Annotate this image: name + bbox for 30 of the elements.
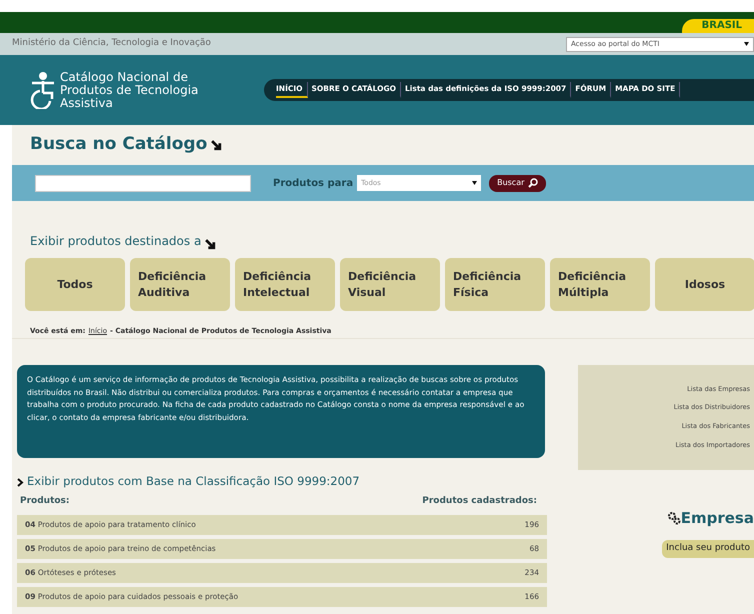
products-for-label: Produtos para bbox=[273, 176, 354, 190]
audience-tile[interactable]: Todos bbox=[25, 258, 125, 311]
brand-tab[interactable]: BRASIL bbox=[682, 19, 754, 33]
logo-text: Assistiva bbox=[60, 96, 114, 110]
wheelchair-logo-icon bbox=[30, 71, 56, 109]
audience-tile[interactable]: Idosos bbox=[655, 258, 754, 311]
search-button[interactable]: Buscar bbox=[489, 174, 546, 192]
caret-icon bbox=[472, 181, 478, 185]
audience-tile[interactable]: Deficiência Múltipla bbox=[550, 258, 650, 311]
audience-title: Exibir produtos destinados a bbox=[30, 233, 202, 250]
ministry-title: Ministério da Ciência, Tecnologia e Inovação bbox=[12, 37, 211, 50]
caret-icon bbox=[744, 42, 749, 46]
audience-tile[interactable]: Deficiência Física bbox=[445, 258, 545, 311]
audience-tile[interactable]: Deficiência Intelectual bbox=[235, 258, 335, 311]
search-title: Busca no Catálogo bbox=[30, 133, 208, 156]
search-icon bbox=[528, 178, 538, 188]
column-header: Produtos cadastrados: bbox=[422, 495, 537, 508]
iso-title[interactable]: Exibir produtos com Base na Classificação ISO 9999:2007 bbox=[27, 473, 360, 491]
logo-text: Produtos de Tecnologia bbox=[60, 84, 200, 96]
arrow-icon bbox=[211, 140, 222, 150]
include-product-button[interactable]: Inclua seu produto bbox=[662, 540, 754, 558]
arrow-icon bbox=[205, 239, 216, 250]
column-header: Produtos: bbox=[20, 495, 70, 508]
chevron-icon bbox=[17, 478, 24, 486]
audience-tile[interactable]: Deficiência Auditiva bbox=[130, 258, 230, 311]
company-title: Empresa bbox=[680, 508, 754, 529]
audience-tile[interactable]: Deficiência Visual bbox=[340, 258, 440, 311]
gears-icon bbox=[666, 511, 681, 526]
logo-text: Catálogo Nacional de bbox=[60, 70, 189, 84]
search-field[interactable] bbox=[35, 174, 251, 192]
